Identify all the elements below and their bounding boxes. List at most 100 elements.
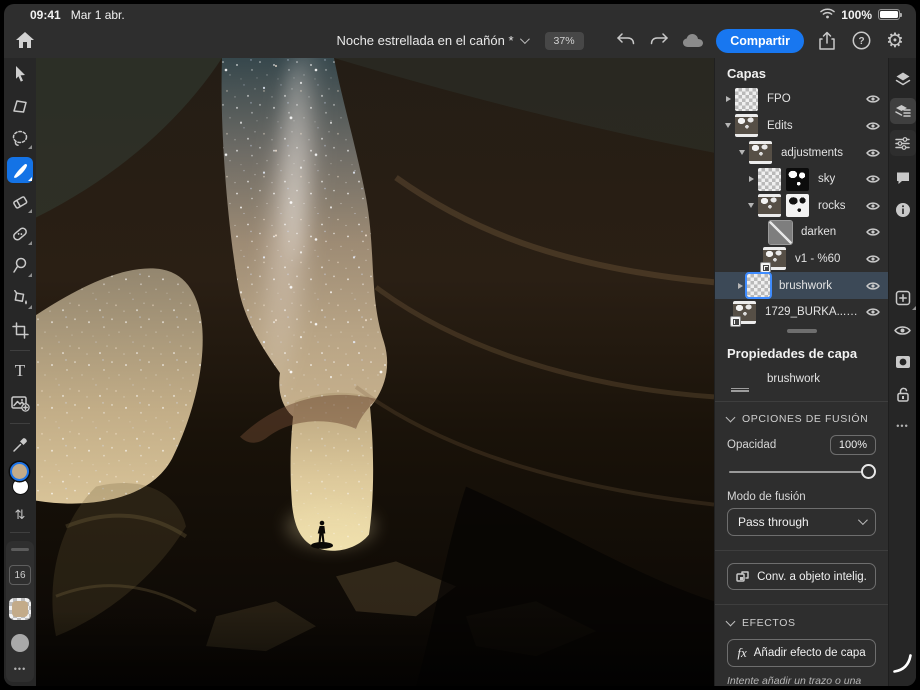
more-options-button[interactable]: ••• bbox=[14, 664, 26, 674]
type-glyph: T bbox=[15, 361, 25, 381]
help-button[interactable]: ? bbox=[850, 30, 872, 52]
layer-row-brushwork-selected[interactable]: brushwork bbox=[715, 272, 888, 299]
layer-row-sky[interactable]: sky bbox=[715, 166, 888, 193]
layer-row-edits[interactable]: Edits bbox=[715, 113, 888, 140]
visibility-eye-icon[interactable] bbox=[866, 174, 880, 185]
layer-mask-thumbnail[interactable] bbox=[786, 194, 809, 217]
swap-colors-button[interactable]: ⇅ bbox=[4, 502, 36, 528]
panel-grab-handle[interactable] bbox=[11, 548, 29, 551]
collapse-icon[interactable] bbox=[748, 203, 754, 208]
slider-knob[interactable] bbox=[861, 464, 876, 479]
brush-color-swatch[interactable] bbox=[9, 598, 31, 620]
layer-visibility-button[interactable] bbox=[890, 317, 916, 343]
brush-size-field[interactable]: 16 bbox=[9, 565, 31, 585]
visibility-eye-icon[interactable] bbox=[866, 120, 880, 131]
more-panels-button[interactable]: ••• bbox=[890, 413, 916, 439]
undo-button[interactable] bbox=[614, 30, 636, 52]
layer-row-fpo[interactable]: FPO bbox=[715, 86, 888, 113]
foreground-color-swatch[interactable] bbox=[10, 462, 29, 481]
export-icon[interactable] bbox=[816, 30, 838, 52]
section-label: OPCIONES DE FUSIÓN bbox=[742, 413, 868, 425]
info-panel-button[interactable] bbox=[890, 197, 916, 223]
collapse-icon[interactable] bbox=[739, 150, 745, 155]
layer-properties-panel-button[interactable] bbox=[890, 98, 916, 124]
add-layer-button[interactable] bbox=[890, 285, 916, 311]
properties-layer-row: brushwork bbox=[715, 367, 888, 391]
layer-name: darken bbox=[801, 226, 836, 238]
move-tool[interactable] bbox=[4, 58, 36, 90]
layer-thumbnail[interactable] bbox=[749, 141, 772, 164]
visibility-eye-icon[interactable] bbox=[866, 307, 880, 318]
visibility-eye-icon[interactable] bbox=[866, 253, 880, 264]
visibility-eye-icon[interactable] bbox=[866, 227, 880, 238]
share-button[interactable]: Compartir bbox=[716, 29, 804, 53]
eyedropper-tool[interactable] bbox=[4, 428, 36, 460]
effects-header[interactable]: EFECTOS bbox=[715, 605, 888, 629]
layer-row-v1[interactable]: v1 - %60 bbox=[715, 246, 888, 273]
tool-bar: T ⇅ 16 ••• bbox=[4, 58, 36, 686]
layer-thumbnail[interactable] bbox=[758, 194, 781, 217]
crop-tool[interactable] bbox=[4, 314, 36, 346]
layer-row-adjustments[interactable]: adjustments bbox=[715, 139, 888, 166]
layer-row-darken[interactable]: darken bbox=[715, 219, 888, 246]
document-canvas[interactable] bbox=[36, 58, 714, 686]
submenu-indicator bbox=[912, 306, 916, 310]
battery-percent: 100% bbox=[841, 8, 872, 22]
add-layer-effect-button[interactable]: fx Añadir efecto de capa bbox=[727, 639, 876, 667]
clone-stamp-tool[interactable] bbox=[4, 250, 36, 282]
layer-row-rocks[interactable]: rocks bbox=[715, 192, 888, 219]
more-glyph: ••• bbox=[896, 421, 908, 431]
title-chevron-icon[interactable] bbox=[519, 34, 529, 44]
layer-name: adjustments bbox=[781, 147, 843, 159]
smart-object-thumbnail[interactable] bbox=[733, 301, 756, 324]
healing-brush-tool[interactable] bbox=[4, 218, 36, 250]
brush-tool-selected[interactable] bbox=[4, 154, 36, 186]
expand-icon[interactable] bbox=[749, 176, 754, 182]
button-label: Conv. a objeto intelig. bbox=[757, 571, 867, 583]
zoom-level-badge[interactable]: 37% bbox=[545, 32, 584, 50]
type-tool[interactable]: T bbox=[4, 355, 36, 387]
convert-smart-object-button[interactable]: Conv. a objeto intelig. bbox=[727, 563, 876, 591]
eraser-tool[interactable] bbox=[4, 186, 36, 218]
layers-stack-icon[interactable] bbox=[890, 66, 916, 92]
document-title[interactable]: Noche estrellada en el cañón * bbox=[336, 33, 513, 48]
expand-icon[interactable] bbox=[726, 96, 731, 102]
redo-button[interactable] bbox=[648, 30, 670, 52]
app-toolbar: Noche estrellada en el cañón * 37% Compa… bbox=[4, 23, 916, 58]
layer-mask-button[interactable] bbox=[890, 349, 916, 375]
opacity-slider[interactable] bbox=[729, 464, 874, 479]
visibility-eye-icon[interactable] bbox=[866, 280, 880, 291]
place-photo-tool[interactable] bbox=[4, 387, 36, 419]
filters-panel-button[interactable] bbox=[890, 130, 916, 156]
cloud-sync-icon[interactable] bbox=[682, 30, 704, 52]
collapse-icon[interactable] bbox=[725, 123, 731, 128]
layer-thumbnail[interactable] bbox=[735, 114, 758, 137]
lasso-select-tool[interactable] bbox=[4, 122, 36, 154]
opacity-value-field[interactable]: 100% bbox=[830, 435, 876, 455]
layer-thumbnail[interactable] bbox=[735, 88, 758, 111]
brush-tip-preview[interactable] bbox=[11, 634, 29, 652]
layer-row-1729[interactable]: 1729_BURKA...anced-NR33 bbox=[715, 299, 888, 326]
layer-name: v1 - %60 bbox=[795, 253, 840, 265]
status-bar: 09:41 Mar 1 abr. 100% bbox=[4, 4, 916, 23]
adjustment-curve-thumbnail[interactable] bbox=[769, 221, 792, 244]
layer-thumbnail[interactable] bbox=[747, 274, 770, 297]
smart-object-thumbnail[interactable] bbox=[763, 247, 786, 270]
clock: 09:41 bbox=[30, 8, 61, 22]
panel-resize-handle[interactable] bbox=[715, 325, 888, 336]
brush-options-panel: 16 ••• bbox=[6, 541, 34, 682]
layer-thumbnail[interactable] bbox=[758, 168, 781, 191]
settings-gear-icon[interactable]: ⚙ bbox=[884, 30, 906, 52]
transform-tool[interactable] bbox=[4, 90, 36, 122]
comments-panel-button[interactable] bbox=[890, 165, 916, 191]
visibility-eye-icon[interactable] bbox=[866, 147, 880, 158]
wifi-icon bbox=[820, 8, 835, 22]
lock-layer-button[interactable] bbox=[890, 381, 916, 407]
visibility-eye-icon[interactable] bbox=[866, 200, 880, 211]
blend-mode-select[interactable]: Pass through bbox=[727, 508, 876, 536]
visibility-eye-icon[interactable] bbox=[866, 94, 880, 105]
expand-icon[interactable] bbox=[738, 283, 743, 289]
fill-tool[interactable] bbox=[4, 282, 36, 314]
blend-options-header[interactable]: OPCIONES DE FUSIÓN bbox=[715, 401, 888, 425]
layer-mask-thumbnail[interactable] bbox=[786, 168, 809, 191]
